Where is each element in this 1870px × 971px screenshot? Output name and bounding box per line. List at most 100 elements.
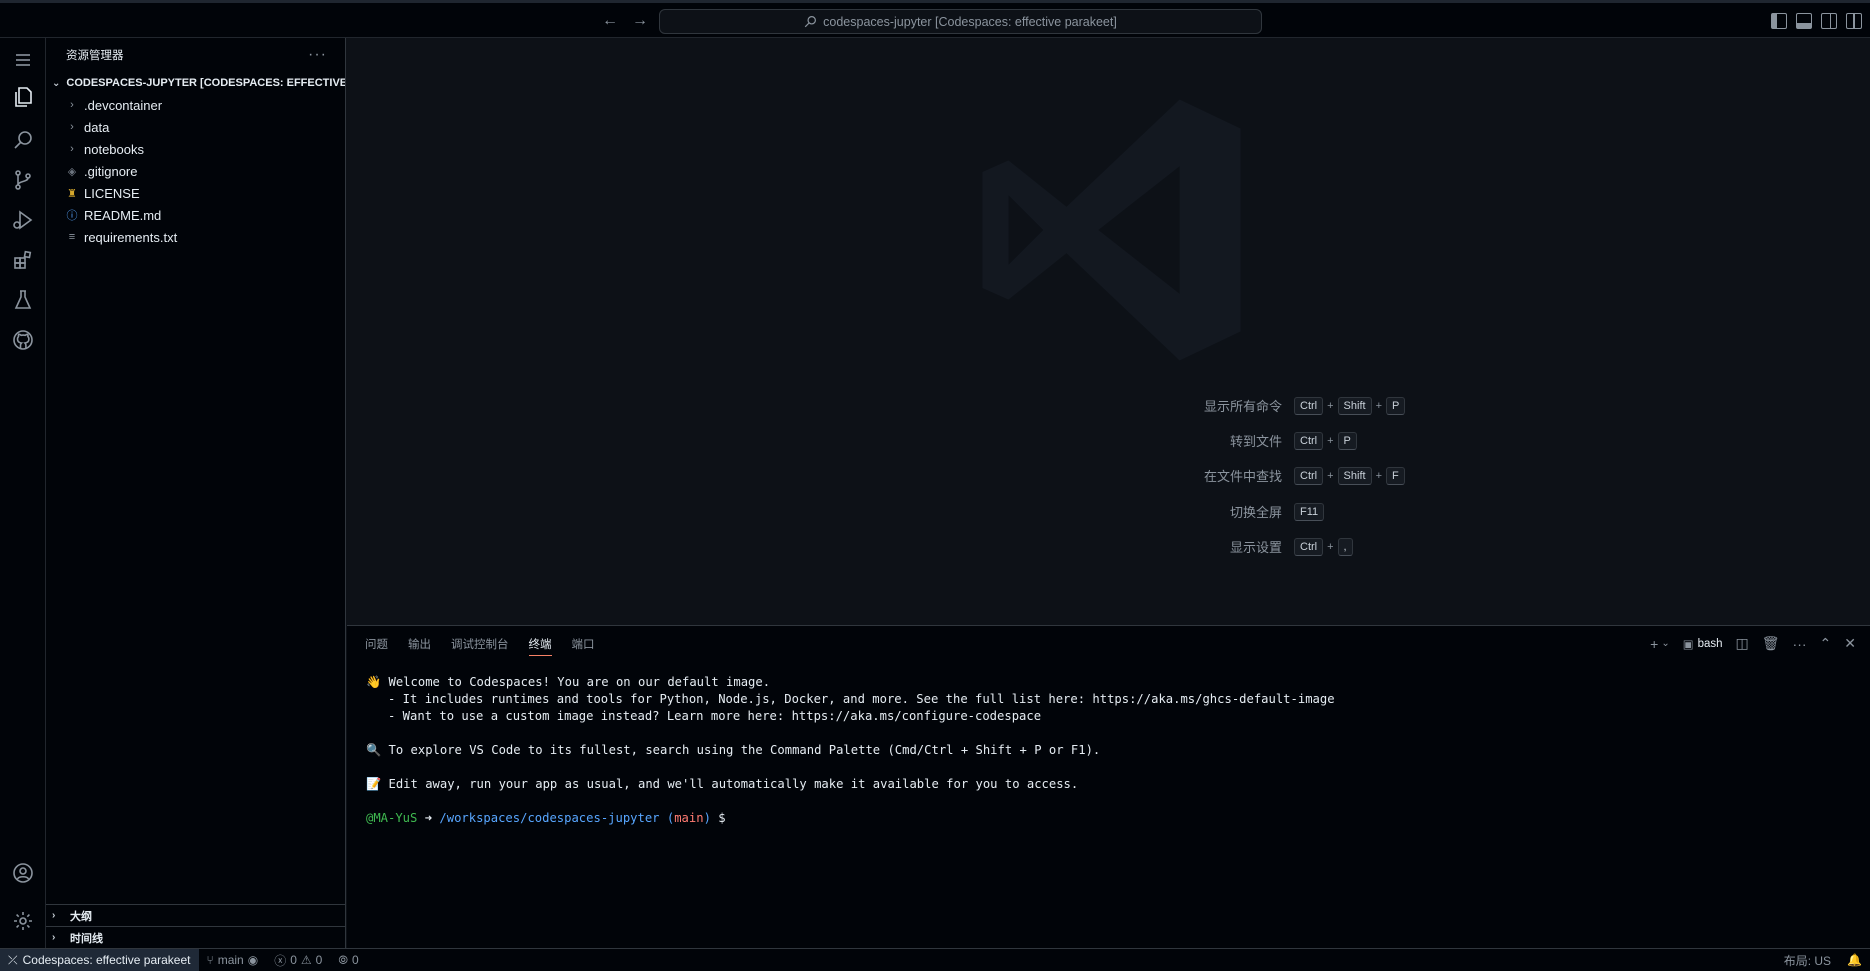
tree-item-license[interactable]: ♜ LICENSE bbox=[46, 182, 345, 204]
shortcut-label: 切换全屏 bbox=[1229, 505, 1282, 520]
maximize-panel-icon[interactable]: ⌃ bbox=[1820, 635, 1832, 652]
text-file-icon: ≡ bbox=[68, 231, 76, 243]
remote-label: Codespaces: effective parakeet bbox=[22, 953, 191, 967]
navigation-arrows: ← → bbox=[600, 11, 650, 31]
editor-area: 显示所有命令 Ctrl + Shift + P 转到文件 Ctrl + P 在文件中查… bbox=[347, 38, 1870, 625]
terminal-output[interactable]: 👋 Welcome to Codespaces! You are on our … bbox=[366, 674, 1335, 827]
terminal-line: - It includes runtimes and tools for Pyt… bbox=[366, 692, 1335, 706]
settings-gear-icon[interactable] bbox=[0, 900, 46, 942]
customize-layout-icon[interactable] bbox=[1846, 13, 1862, 29]
tab-debug-console[interactable]: 调试控制台 bbox=[451, 634, 509, 656]
key-cap: Shift bbox=[1337, 466, 1372, 485]
warning-icon: ⚠ bbox=[300, 953, 312, 967]
shortcut-label: 显示所有命令 bbox=[1203, 399, 1282, 414]
terminal-line: - Want to use a custom image instead? Le… bbox=[366, 709, 1042, 723]
account-icon[interactable] bbox=[0, 852, 46, 894]
chevron-down-icon: ⌄ bbox=[52, 77, 61, 89]
close-panel-icon[interactable]: ✕ bbox=[1844, 635, 1856, 652]
tree-item-gitignore[interactable]: ◈ .gitignore bbox=[46, 160, 345, 182]
tree-item-label: LICENSE bbox=[84, 185, 140, 201]
shortcut-label: 在文件中查找 bbox=[1203, 469, 1282, 484]
forward-arrow-icon[interactable]: → bbox=[630, 11, 650, 31]
source-control-icon[interactable] bbox=[0, 159, 46, 201]
ports-count: 0 bbox=[351, 953, 359, 967]
shortcut-row-fullscreen: 切换全屏 F11 bbox=[1144, 502, 1325, 521]
more-actions-icon[interactable]: ··· bbox=[1793, 636, 1807, 652]
tab-ports[interactable]: 端口 bbox=[572, 634, 595, 656]
warning-count: 0 bbox=[315, 953, 323, 967]
search-icon bbox=[804, 16, 817, 28]
toggle-secondary-sidebar-icon[interactable] bbox=[1821, 13, 1837, 29]
remote-indicator[interactable]: ⤫ Codespaces: effective parakeet bbox=[0, 949, 199, 971]
prompt-arrow: ➜ bbox=[417, 811, 440, 825]
ports-status[interactable]: ⦾ 0 bbox=[330, 953, 366, 968]
tab-terminal[interactable]: 终端 bbox=[528, 634, 552, 656]
terminal-shell-selector[interactable]: ▣ bash bbox=[1683, 637, 1723, 651]
chevron-right-icon: › bbox=[70, 99, 74, 111]
outline-section[interactable]: › 大纲 bbox=[46, 904, 346, 926]
explorer-icon[interactable] bbox=[0, 76, 46, 118]
extensions-icon[interactable] bbox=[0, 239, 46, 281]
shortcut-row-settings: 显示设置 Ctrl + , bbox=[1144, 537, 1353, 556]
search-icon[interactable] bbox=[0, 119, 46, 161]
github-icon[interactable] bbox=[0, 319, 46, 361]
key-cap: F11 bbox=[1294, 502, 1325, 521]
timeline-label: 时间线 bbox=[70, 932, 103, 945]
trash-icon[interactable]: 🗑 bbox=[1762, 635, 1780, 652]
shortcut-label: 显示设置 bbox=[1229, 540, 1282, 555]
activity-bar bbox=[0, 38, 46, 948]
keyboard-layout[interactable]: 布局: US bbox=[1776, 952, 1839, 969]
terminal-line: 👋 Welcome to Codespaces! You are on our … bbox=[366, 675, 771, 689]
run-debug-icon[interactable] bbox=[0, 199, 46, 241]
shortcut-row-goto-file: 转到文件 Ctrl + P bbox=[1144, 431, 1357, 450]
tree-item-label: .devcontainer bbox=[84, 97, 163, 113]
shortcut-row-commands: 显示所有命令 Ctrl + Shift + P bbox=[1144, 396, 1406, 415]
split-terminal-icon[interactable]: ◫ bbox=[1736, 635, 1749, 652]
chevron-right-icon: › bbox=[70, 143, 74, 155]
menu-icon[interactable] bbox=[0, 39, 46, 81]
panel-actions: + ⌄ ▣ bash ◫ 🗑 ··· ⌃ ✕ bbox=[1650, 635, 1856, 652]
more-actions-icon[interactable]: ··· bbox=[308, 46, 327, 64]
tree-item-requirements[interactable]: ≡ requirements.txt bbox=[46, 226, 345, 248]
tree-item-label: data bbox=[84, 119, 110, 135]
tree-item-label: .gitignore bbox=[84, 163, 138, 179]
shortcut-row-find-in-files: 在文件中查找 Ctrl + Shift + F bbox=[1144, 466, 1405, 485]
tree-item-readme[interactable]: ⓘ README.md bbox=[46, 204, 345, 226]
problems-status[interactable]: ⓧ 0 ⚠ 0 bbox=[266, 952, 330, 969]
command-center[interactable]: codespaces-jupyter [Codespaces: effectiv… bbox=[659, 9, 1262, 34]
key-cap: Ctrl bbox=[1294, 431, 1324, 450]
key-cap: , bbox=[1337, 537, 1353, 556]
tab-problems[interactable]: 问题 bbox=[365, 634, 388, 656]
tree-item-label: requirements.txt bbox=[84, 229, 178, 245]
key-cap: Ctrl bbox=[1294, 537, 1324, 556]
tree-item-devcontainer[interactable]: › .devcontainer bbox=[46, 94, 345, 116]
chevron-down-icon[interactable]: ⌄ bbox=[1661, 638, 1669, 649]
terminal-prompt: @MA-YuS ➜ /workspaces/codespaces-jupyter… bbox=[366, 810, 1335, 827]
bell-icon[interactable]: 🔔 bbox=[1839, 953, 1870, 967]
title-bar: ← → codespaces-jupyter [Codespaces: effe… bbox=[0, 0, 1870, 38]
chevron-right-icon: › bbox=[70, 121, 74, 133]
shortcut-label: 转到文件 bbox=[1229, 434, 1282, 449]
explorer-sidebar: 资源管理器 ··· ⌄ CODESPACES-JUPYTER [CODESPAC… bbox=[46, 38, 346, 948]
git-file-icon: ◈ bbox=[67, 165, 77, 178]
new-terminal-plus-icon[interactable]: + bbox=[1650, 636, 1658, 652]
tree-item-notebooks[interactable]: › notebooks bbox=[46, 138, 345, 160]
testing-icon[interactable] bbox=[0, 279, 46, 321]
error-icon: ⓧ bbox=[274, 953, 287, 968]
timeline-section[interactable]: › 时间线 bbox=[46, 926, 346, 948]
chevron-right-icon: › bbox=[52, 932, 56, 943]
remote-icon: ⤫ bbox=[8, 952, 18, 967]
prompt-symbol: $ bbox=[718, 811, 726, 825]
git-branch-status[interactable]: ⑂ main ◉ bbox=[199, 953, 267, 967]
key-cap: P bbox=[1337, 431, 1357, 450]
workspace-root-folder[interactable]: ⌄ CODESPACES-JUPYTER [CODESPACES: EFFECT… bbox=[46, 72, 345, 94]
tree-item-data[interactable]: › data bbox=[46, 116, 345, 138]
tree-item-label: notebooks bbox=[84, 141, 144, 157]
toggle-panel-icon[interactable] bbox=[1796, 13, 1812, 29]
key-cap: Ctrl bbox=[1294, 466, 1324, 485]
prompt-user: @MA-YuS bbox=[366, 811, 418, 825]
prompt-branch-close: ) bbox=[703, 811, 719, 825]
back-arrow-icon[interactable]: ← bbox=[600, 11, 620, 31]
tab-output[interactable]: 输出 bbox=[408, 634, 431, 656]
toggle-primary-sidebar-icon[interactable] bbox=[1771, 13, 1787, 29]
